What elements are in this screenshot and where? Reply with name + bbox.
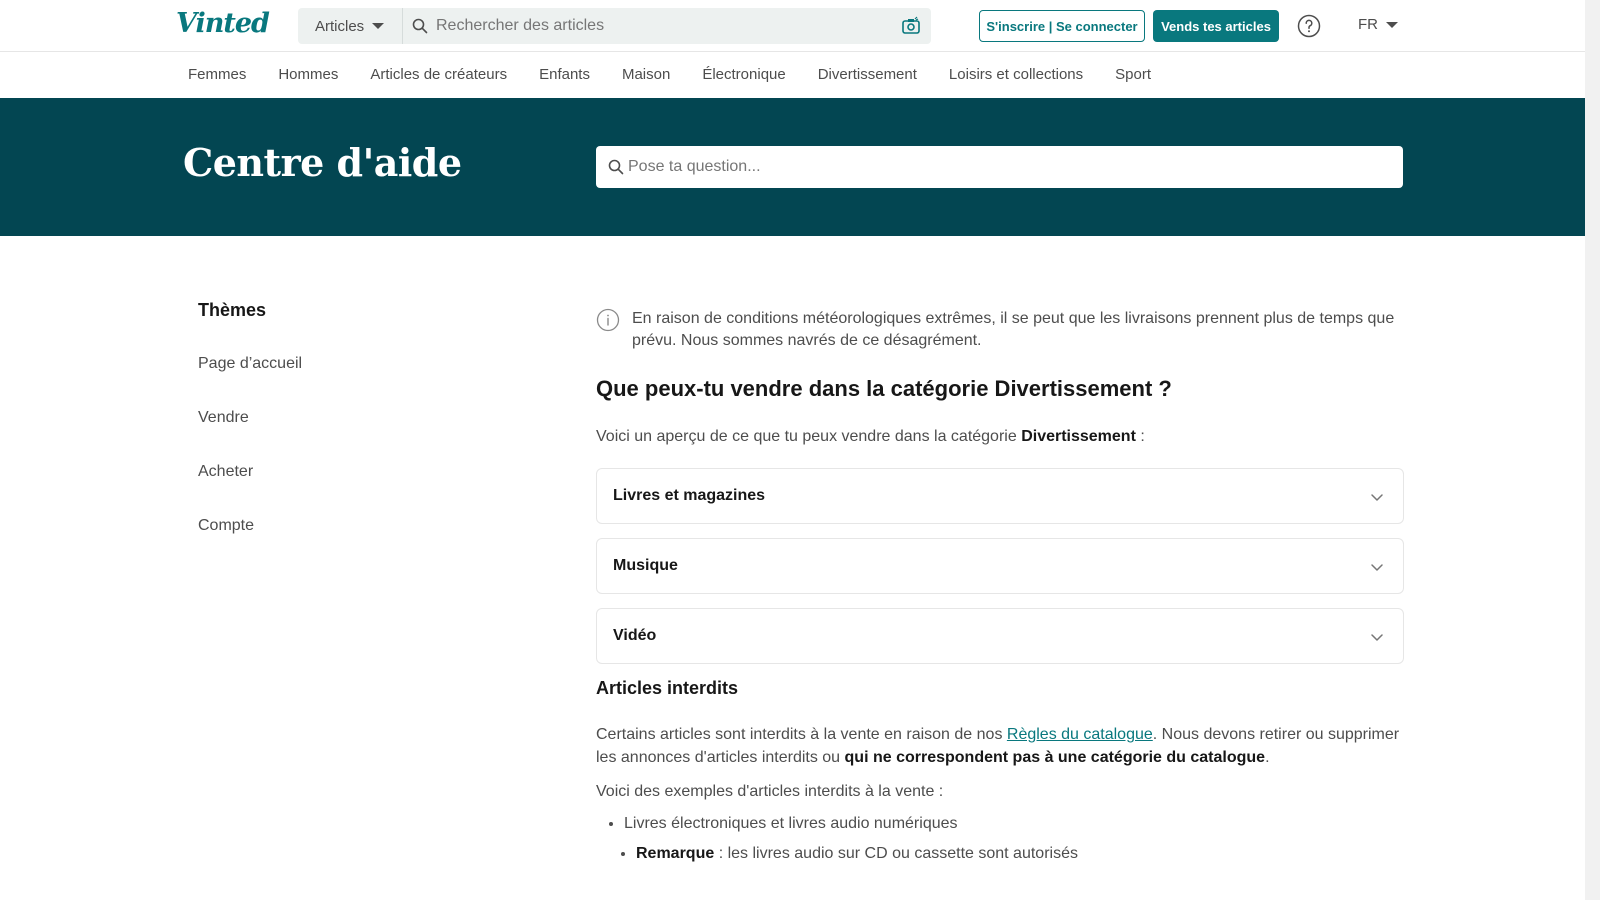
list-item-text: Livres électroniques et livres audio num… (624, 815, 958, 832)
accordion-label: Vidéo (613, 627, 657, 644)
vinted-logo[interactable]: Vinted (176, 8, 270, 39)
forbidden-text-bold: qui ne correspondent pas à une catégorie… (844, 749, 1266, 766)
remark-label: Remarque (636, 845, 715, 862)
camera-search-icon[interactable] (901, 16, 921, 36)
forbidden-items-paragraph: Certains articles sont interdits à la ve… (596, 723, 1404, 769)
sell-items-button[interactable]: Vends tes articles (1153, 10, 1279, 42)
catnav-item-divertissement[interactable]: Divertissement (818, 66, 917, 83)
catnav-item-hommes[interactable]: Hommes (278, 66, 338, 83)
search-category-label: Articles (315, 17, 365, 35)
accordion-item-books[interactable]: Livres et magazines (596, 468, 1404, 524)
weather-notice: En raison de conditions météorologiques … (596, 308, 1404, 352)
accordion-label: Livres et magazines (613, 487, 766, 504)
chevron-down-icon (1369, 629, 1385, 645)
language-label: FR (1358, 16, 1378, 33)
remark-text: : les livres audio sur CD ou cassette so… (714, 845, 1078, 862)
article-title: Que peux-tu vendre dans la catégorie Div… (596, 376, 1172, 401)
info-icon (596, 308, 620, 332)
notice-text: En raison de conditions météorologiques … (632, 310, 1395, 349)
sidebar-title: Thèmes (198, 300, 267, 320)
chevron-down-icon (1369, 489, 1385, 505)
catnav-item-createurs[interactable]: Articles de créateurs (370, 66, 507, 83)
list-item: Remarque : les livres audio sur CD ou ca… (636, 845, 1404, 863)
forbidden-text-end: . (1265, 749, 1270, 766)
category-accordion: Livres et magazines Musique Vidéo (596, 468, 1404, 664)
sidebar-item-sell[interactable]: Vendre (198, 409, 498, 463)
search-icon (608, 159, 624, 175)
catnav-item-loisirs[interactable]: Loisirs et collections (949, 66, 1083, 83)
examples-intro: Voici des exemples d'articles interdits … (596, 783, 944, 800)
category-nav: Femmes Hommes Articles de créateurs Enfa… (0, 53, 1585, 98)
catnav-item-femmes[interactable]: Femmes (188, 66, 246, 83)
search-category-select[interactable]: Articles (298, 8, 403, 44)
help-center-hero: Centre d'aide (0, 98, 1585, 236)
search-input[interactable] (436, 8, 886, 44)
sidebar-item-home[interactable]: Page d’accueil (198, 355, 498, 409)
article-content: En raison de conditions météorologiques … (596, 308, 1404, 875)
list-item: Livres électroniques et livres audio num… (624, 815, 1404, 863)
catalog-rules-link[interactable]: Règles du catalogue (1007, 726, 1153, 743)
intro-category: Divertissement (1021, 428, 1136, 445)
forbidden-items-title: Articles interdits (596, 678, 739, 698)
language-selector[interactable]: FR (1358, 16, 1398, 33)
catalog-search-bar: Articles (298, 8, 931, 44)
accordion-label: Musique (613, 557, 678, 574)
forbidden-text-start: Certains articles sont interdits à la ve… (596, 726, 1007, 743)
intro-suffix: : (1135, 428, 1145, 445)
catnav-item-sport[interactable]: Sport (1115, 66, 1151, 83)
top-header: Vinted Articles S'inscrire | Se connecte… (0, 0, 1585, 52)
chevron-down-icon (1369, 559, 1385, 575)
help-search-bar (596, 146, 1403, 188)
article-intro: Voici un aperçu de ce que tu peux vendre… (596, 428, 1404, 446)
help-search-input[interactable] (628, 146, 1388, 188)
sidebar-item-account[interactable]: Compte (198, 517, 498, 571)
sub-list: Remarque : les livres audio sur CD ou ca… (624, 845, 1404, 863)
themes-sidebar: Thèmes Page d’accueil Vendre Acheter Com… (198, 300, 498, 571)
search-icon (412, 18, 428, 34)
intro-text: Voici un aperçu de ce que tu peux vendre… (596, 428, 1022, 445)
catnav-item-enfants[interactable]: Enfants (539, 66, 590, 83)
page-title: Centre d'aide (183, 140, 462, 185)
sidebar-item-buy[interactable]: Acheter (198, 463, 498, 517)
caret-down-icon (372, 23, 385, 29)
caret-down-icon (1386, 21, 1398, 28)
help-icon[interactable] (1297, 14, 1321, 38)
accordion-item-video[interactable]: Vidéo (596, 608, 1404, 664)
catnav-item-electronique[interactable]: Électronique (702, 66, 785, 83)
signup-login-button[interactable]: S'inscrire | Se connecter (979, 10, 1145, 42)
accordion-item-music[interactable]: Musique (596, 538, 1404, 594)
catnav-item-maison[interactable]: Maison (622, 66, 670, 83)
forbidden-examples-list: Livres électroniques et livres audio num… (596, 815, 1404, 863)
page-scrollbar[interactable] (1585, 0, 1600, 900)
